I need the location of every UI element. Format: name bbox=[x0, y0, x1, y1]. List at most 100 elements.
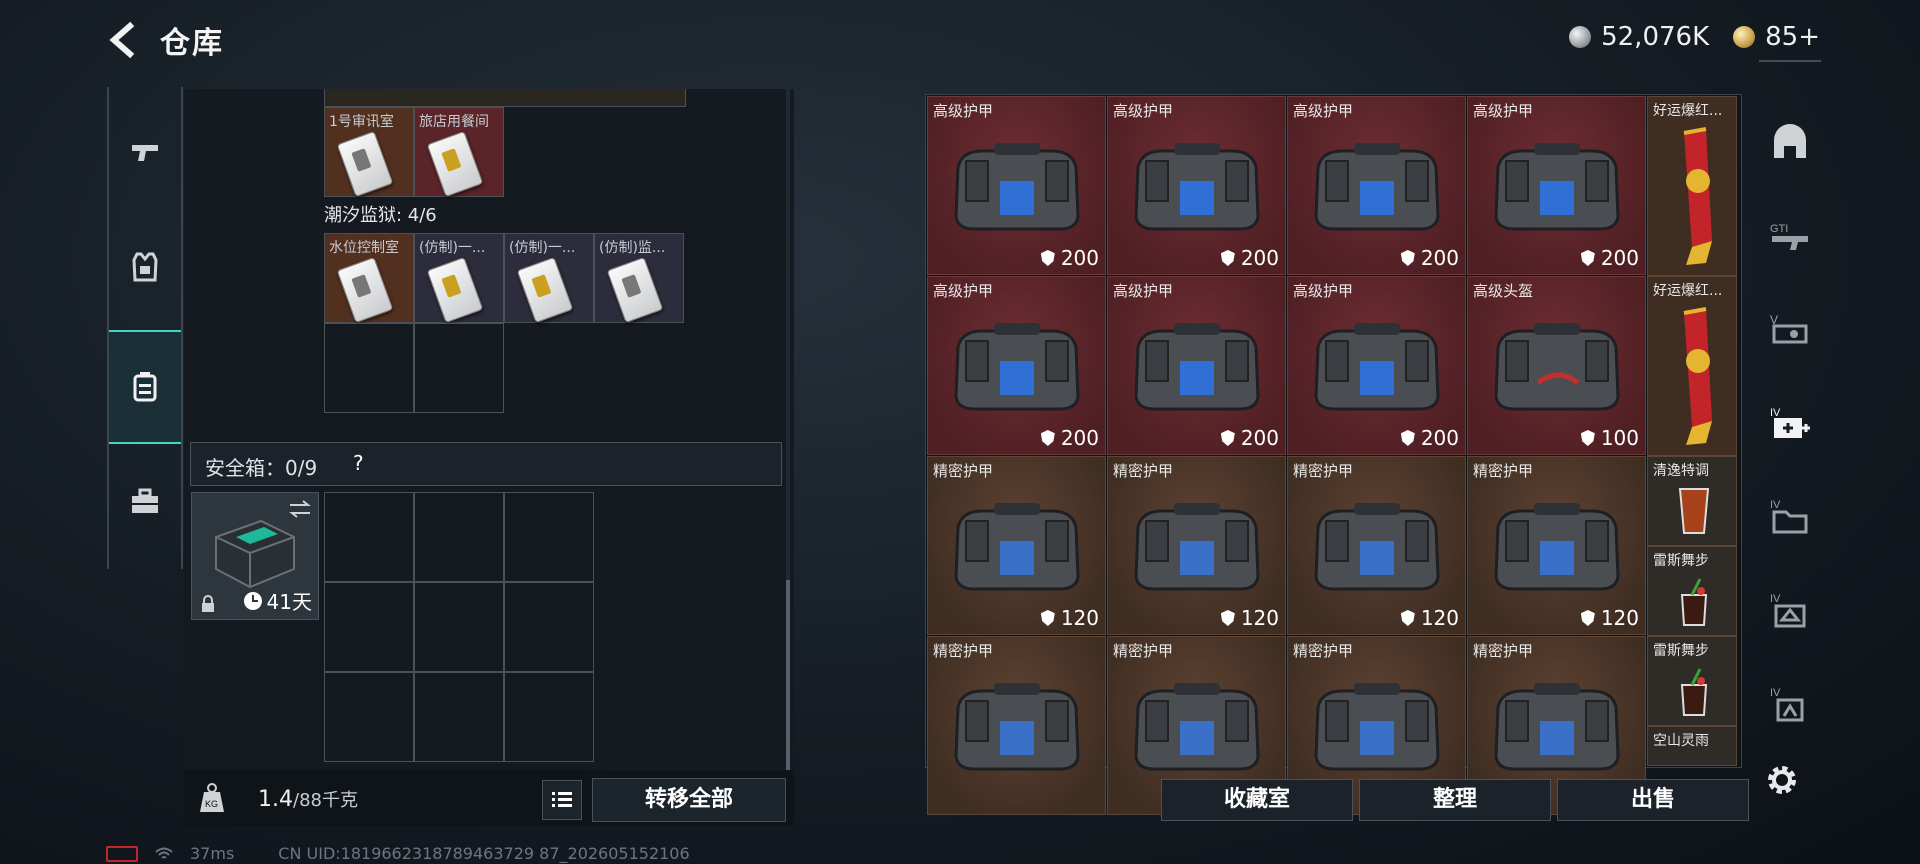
shield-icon bbox=[1220, 430, 1235, 446]
uid-text: CN UID:1819662318789463729 87_2026051521… bbox=[278, 844, 690, 863]
warehouse-item[interactable]: 高级头盔 100 bbox=[1467, 276, 1646, 455]
armor-vest-icon bbox=[1134, 503, 1260, 591]
filter-scope[interactable]: V bbox=[1755, 300, 1825, 360]
warehouse-item[interactable]: 高级护甲 200 bbox=[1107, 276, 1286, 455]
filter-rifle[interactable]: GTI bbox=[1755, 208, 1825, 268]
warehouse-side-item[interactable]: 空山灵雨 bbox=[1647, 726, 1737, 766]
filter-medkit[interactable]: IV bbox=[1755, 394, 1825, 454]
tab-equipment[interactable] bbox=[109, 212, 181, 322]
iv-armor-icon: IV bbox=[1770, 593, 1806, 628]
item-name: 高级护甲 bbox=[933, 282, 994, 300]
item-name: 高级护甲 bbox=[1293, 102, 1354, 120]
wifi-icon bbox=[155, 847, 173, 859]
shield-icon bbox=[1220, 250, 1235, 266]
keycard-slot[interactable]: 水位控制室 bbox=[324, 233, 414, 324]
warehouse-item[interactable]: 精密护甲 120 bbox=[1107, 456, 1286, 635]
safe-slot[interactable] bbox=[414, 672, 504, 762]
warehouse-item[interactable]: 高级护甲 200 bbox=[927, 96, 1106, 275]
warehouse-item[interactable]: 精密护甲 bbox=[927, 636, 1106, 815]
warehouse-item[interactable]: 高级护甲 200 bbox=[1287, 96, 1466, 275]
help-button[interactable]: ? bbox=[353, 451, 364, 475]
durability-value: 100 bbox=[1580, 426, 1639, 450]
item-name: 精密护甲 bbox=[1293, 642, 1354, 660]
keycard-slot[interactable]: 1号审讯室 bbox=[324, 107, 414, 198]
item-name: 精密护甲 bbox=[1473, 642, 1534, 660]
keycard-slot[interactable]: (仿制)监... bbox=[594, 233, 684, 324]
safe-slot[interactable] bbox=[504, 582, 594, 672]
filter-shield[interactable]: IV bbox=[1755, 674, 1825, 734]
keycard-slot[interactable]: (仿制)一... bbox=[414, 233, 504, 324]
warehouse-item[interactable]: 高级护甲 200 bbox=[927, 276, 1106, 455]
case-duration: 41天 bbox=[243, 586, 312, 615]
settings-gear-icon[interactable] bbox=[1762, 760, 1802, 800]
item-name: 精密护甲 bbox=[933, 462, 994, 480]
safe-slot[interactable] bbox=[324, 492, 414, 582]
durability-text: 200 bbox=[1060, 426, 1099, 450]
item-name: 雷斯舞步 bbox=[1653, 643, 1709, 659]
warehouse-item[interactable]: 高级护甲 200 bbox=[1287, 276, 1466, 455]
safe-slot[interactable] bbox=[414, 582, 504, 672]
collection-room-button[interactable]: 收藏室 bbox=[1161, 779, 1353, 821]
warehouse-side-item[interactable]: 雷斯舞步 bbox=[1647, 546, 1737, 636]
durability-text: 200 bbox=[1240, 426, 1279, 450]
item-name: 好运爆红... bbox=[1653, 103, 1723, 119]
armor-vest-icon bbox=[1314, 323, 1440, 411]
safe-slot[interactable] bbox=[324, 582, 414, 672]
armor-vest-icon bbox=[1134, 323, 1260, 411]
item-label: (仿制)一... bbox=[509, 240, 576, 256]
filter-armor[interactable]: IV bbox=[1755, 580, 1825, 640]
warehouse-side-item[interactable]: 好运爆红... bbox=[1647, 276, 1737, 456]
armor-vest-icon bbox=[1314, 503, 1440, 591]
list-view-button[interactable] bbox=[542, 780, 582, 820]
warehouse-item[interactable]: 精密护甲 120 bbox=[927, 456, 1106, 635]
tab-backpack[interactable] bbox=[109, 330, 181, 444]
warehouse-side-item[interactable]: 雷斯舞步 bbox=[1647, 636, 1737, 726]
durability-text: 200 bbox=[1420, 426, 1459, 450]
helmet-icon bbox=[1774, 124, 1806, 158]
swap-icon[interactable] bbox=[288, 499, 312, 519]
transfer-all-button[interactable]: 转移全部 bbox=[592, 778, 786, 822]
warehouse-item[interactable]: 精密护甲 120 bbox=[1287, 456, 1466, 635]
armor-vest-icon bbox=[1134, 143, 1260, 231]
empty-slot[interactable] bbox=[414, 323, 504, 413]
durability-value: 200 bbox=[1220, 246, 1279, 270]
back-button[interactable] bbox=[104, 20, 144, 60]
weight-icon: KG bbox=[200, 783, 224, 812]
keycard-icon bbox=[336, 130, 394, 198]
item-name: 空山灵雨 bbox=[1653, 733, 1709, 749]
safe-slot[interactable] bbox=[504, 672, 594, 762]
durability-text: 120 bbox=[1600, 606, 1639, 630]
drink-glass-icon bbox=[1678, 488, 1710, 534]
lock-icon bbox=[202, 595, 214, 612]
keycard-slot[interactable]: 旅店用餐间 bbox=[414, 107, 504, 198]
v-scope-icon: V bbox=[1770, 313, 1808, 344]
prison-keycard-count: 潮汐监狱: 4/6 bbox=[324, 205, 437, 226]
empty-slot[interactable] bbox=[324, 323, 414, 413]
tab-weapons[interactable] bbox=[109, 97, 181, 207]
safe-slot[interactable] bbox=[504, 492, 594, 582]
sort-button[interactable]: 整理 bbox=[1359, 779, 1551, 821]
warehouse-item[interactable]: 高级护甲 200 bbox=[1467, 96, 1646, 275]
filter-folder[interactable]: IV bbox=[1755, 486, 1825, 546]
warehouse-item[interactable]: 高级护甲 200 bbox=[1107, 96, 1286, 275]
tab-toolbox[interactable] bbox=[109, 447, 181, 557]
durability-text: 200 bbox=[1240, 246, 1279, 270]
shield-icon bbox=[1040, 430, 1055, 446]
secure-case-slot[interactable]: 41天 bbox=[191, 492, 319, 620]
warehouse-item[interactable]: 精密护甲 120 bbox=[1467, 456, 1646, 635]
durability-value: 200 bbox=[1220, 426, 1279, 450]
safe-slot[interactable] bbox=[414, 492, 504, 582]
item-name: 高级护甲 bbox=[1293, 282, 1354, 300]
filter-helmet[interactable] bbox=[1755, 112, 1825, 172]
iv-medkit-icon: IV bbox=[1770, 407, 1810, 438]
shield-icon bbox=[1040, 250, 1055, 266]
scrollbar-thumb[interactable] bbox=[786, 580, 790, 770]
pistol-icon bbox=[132, 145, 158, 161]
warehouse-side-item[interactable]: 清逸特调 bbox=[1647, 456, 1737, 546]
keycard-slot[interactable]: (仿制)一... bbox=[504, 233, 594, 324]
toolbox-icon bbox=[132, 488, 158, 513]
safe-slot[interactable] bbox=[324, 672, 414, 762]
svg-text:IV: IV bbox=[1770, 407, 1781, 419]
sell-button[interactable]: 出售 bbox=[1557, 779, 1749, 821]
warehouse-side-item[interactable]: 好运爆红... bbox=[1647, 96, 1737, 276]
